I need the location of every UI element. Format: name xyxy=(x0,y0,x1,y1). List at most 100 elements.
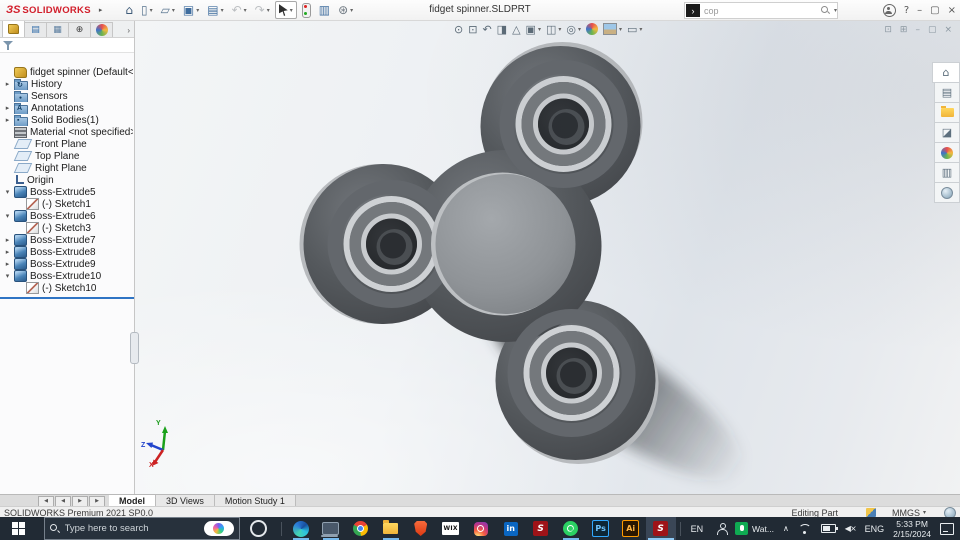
photoshop-taskbar-button[interactable]: Ps xyxy=(586,517,616,540)
panel-tabs-more-arrow[interactable]: › xyxy=(127,26,134,37)
search-caret-icon[interactable]: ▾ xyxy=(834,7,837,14)
tab-scroll-last-button[interactable]: ▶ xyxy=(89,495,105,507)
edge-taskbar-button[interactable] xyxy=(286,517,316,540)
doc-window-icon-b[interactable]: ⊞ xyxy=(900,24,908,35)
doc-close-button[interactable]: × xyxy=(944,24,952,35)
units-label[interactable]: MMGS xyxy=(892,508,920,518)
zoom-to-area-icon[interactable]: ⊡ xyxy=(467,24,478,35)
doc-window-icon-a[interactable]: ⊡ xyxy=(884,24,892,35)
previous-view-icon[interactable]: ↶ xyxy=(481,24,492,35)
redo-icon[interactable]: ↷ ▾ xyxy=(252,2,273,18)
file-explorer-icon[interactable] xyxy=(934,103,960,123)
tab-scroll-prev-button[interactable]: ◀ xyxy=(55,495,71,507)
instagram-taskbar-button[interactable] xyxy=(466,517,496,540)
expand-arrow-icon[interactable]: ▾ xyxy=(4,188,11,196)
search-icon[interactable] xyxy=(820,6,830,15)
expand-arrow-icon[interactable]: ▸ xyxy=(4,80,11,88)
linkedin-taskbar-button[interactable]: in xyxy=(496,517,526,540)
expand-arrow-icon[interactable]: ▾ xyxy=(4,212,11,220)
units-caret-icon[interactable]: ▾ xyxy=(923,509,926,516)
custom-properties-icon[interactable]: ▥ xyxy=(934,163,960,183)
whatsapp-taskbar-button[interactable] xyxy=(556,517,586,540)
display-style-icon[interactable]: ◫ ▾ xyxy=(545,24,562,35)
dimxpertmanager-tab[interactable]: ⊕ xyxy=(68,22,91,37)
zoom-to-fit-icon[interactable]: ⊙ xyxy=(453,24,464,35)
solidworks-2021-taskbar-button[interactable]: S xyxy=(526,517,556,540)
tree-item[interactable]: Front Plane xyxy=(0,138,134,150)
close-button[interactable]: × xyxy=(948,5,956,16)
tree-item[interactable]: ▸ Solid Bodies(1) xyxy=(0,114,134,126)
home-icon[interactable]: ⌂ xyxy=(122,2,136,18)
tree-item[interactable]: (-) Sketch10 xyxy=(0,282,134,294)
tree-item[interactable]: Right Plane xyxy=(0,162,134,174)
clock[interactable]: 5:33 PM 2/15/2024 xyxy=(893,519,931,539)
expand-arrow-icon[interactable]: ▸ xyxy=(4,104,11,112)
wifi-icon[interactable] xyxy=(798,523,812,534)
tree-item[interactable]: ▸ History xyxy=(0,78,134,90)
illustrator-taskbar-button[interactable]: Ai xyxy=(616,517,646,540)
restore-button[interactable]: ▢ xyxy=(930,5,939,16)
tree-item[interactable]: ▾ Boss-Extrude6 xyxy=(0,210,134,222)
tree-item[interactable]: ▾ Boss-Extrude5 xyxy=(0,186,134,198)
options-gear-icon[interactable]: ⊛ ▾ xyxy=(335,2,356,18)
tree-item[interactable]: (-) Sketch1 xyxy=(0,198,134,210)
rollback-bar[interactable] xyxy=(0,297,134,299)
copilot-button[interactable] xyxy=(203,521,234,536)
propertymanager-tab[interactable]: ▤ xyxy=(24,22,47,37)
view-orientation-icon[interactable]: ▣ ▾ xyxy=(525,24,542,35)
save-icon[interactable]: ▣ ▾ xyxy=(180,2,202,18)
fidget-spinner-model[interactable] xyxy=(135,20,960,494)
minimize-button[interactable]: – xyxy=(917,5,922,16)
tree-item[interactable]: Origin xyxy=(0,174,134,186)
configurationmanager-tab[interactable]: ▦ xyxy=(46,22,69,37)
volume-muted-icon[interactable]: ◀× xyxy=(845,524,857,533)
battery-icon[interactable] xyxy=(820,524,838,533)
account-icon[interactable] xyxy=(882,3,896,17)
featuremanager-tab[interactable] xyxy=(2,20,25,37)
tree-item[interactable]: Sensors xyxy=(0,90,134,102)
select-cursor-icon[interactable]: ▾ xyxy=(274,1,297,19)
tree-item[interactable]: ▸ Boss-Extrude9 xyxy=(0,258,134,270)
remote-desktop-taskbar-button[interactable] xyxy=(316,517,346,540)
expand-arrow-icon[interactable]: ▸ xyxy=(4,260,11,268)
chrome-taskbar-button[interactable] xyxy=(346,517,376,540)
tab-scroll-next-button[interactable]: ▶ xyxy=(72,495,88,507)
search-scope-icon[interactable]: › xyxy=(686,4,700,17)
language-button[interactable]: EN xyxy=(685,524,710,534)
taskbar-search[interactable]: Type here to search xyxy=(43,517,240,540)
search-input[interactable]: cop xyxy=(700,6,821,16)
open-icon[interactable]: ▱ ▾ xyxy=(158,2,178,18)
brave-taskbar-button[interactable] xyxy=(406,517,436,540)
expand-arrow-icon[interactable]: ▸ xyxy=(4,248,11,256)
wix-taskbar-button[interactable]: WIX xyxy=(436,517,466,540)
view-settings-icon[interactable]: ▭ ▾ xyxy=(626,24,643,35)
apply-scene-icon[interactable]: ▾ xyxy=(602,23,623,35)
expand-arrow-icon[interactable]: ▾ xyxy=(4,272,11,280)
panel-splitter-handle[interactable] xyxy=(130,332,139,364)
graphics-area[interactable]: ⊙ ⊡ ↶ ◨ △ ▣ ▾ ◫ ▾ ◎ ▾ ▾ ▭ ▾ ⊡ ⊞ – ▢ × ⌂ ▤ ◪ ▥ Y Z X xyxy=(135,20,960,494)
menu-expand-arrow[interactable]: ▸ xyxy=(99,6,103,14)
doc-restore-button[interactable]: ▢ xyxy=(928,24,937,35)
file-explorer-taskbar-button[interactable] xyxy=(376,517,406,540)
expand-arrow-icon[interactable]: ▸ xyxy=(4,236,11,244)
search-box[interactable]: › cop ▾ xyxy=(684,2,838,19)
notification-center-icon[interactable] xyxy=(940,522,954,535)
section-view-icon[interactable]: ◨ xyxy=(496,24,508,35)
design-library-icon[interactable]: ▤ xyxy=(934,83,960,103)
tab-scroll-first-button[interactable]: ◀ xyxy=(38,495,54,507)
solidworks-resources-icon[interactable]: ⌂ xyxy=(932,62,960,83)
start-button[interactable] xyxy=(0,517,44,540)
rebuild-traffic-light-icon[interactable] xyxy=(299,2,314,18)
tree-filter-row[interactable] xyxy=(0,38,134,53)
tree-item[interactable]: (-) Sketch3 xyxy=(0,222,134,234)
tree-item[interactable]: ▾ Boss-Extrude10 xyxy=(0,270,134,282)
tree-item[interactable]: ▸ Annotations xyxy=(0,102,134,114)
displaymanager-tab[interactable] xyxy=(90,22,113,37)
cortana-button[interactable] xyxy=(249,520,267,537)
forum-icon[interactable] xyxy=(934,183,960,203)
undo-icon[interactable]: ↶ ▾ xyxy=(229,2,250,18)
tray-app-button[interactable]: Wat... xyxy=(735,522,774,535)
solidworks-taskbar-button[interactable]: S xyxy=(645,517,676,540)
help-icon[interactable]: ? xyxy=(904,5,909,16)
file-properties-icon[interactable]: ▥ xyxy=(316,2,333,18)
